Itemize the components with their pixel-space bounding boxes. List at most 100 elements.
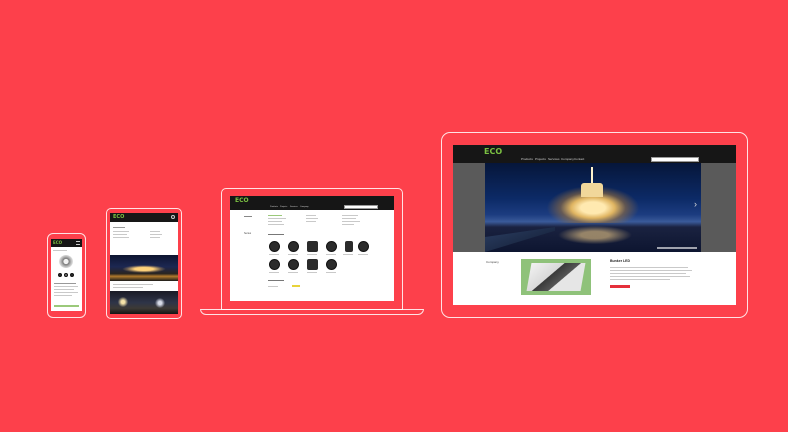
laptop-nav-2[interactable]: Projects [280, 206, 287, 208]
chevron-right-icon[interactable]: › [694, 200, 697, 209]
laptop-base [200, 309, 424, 315]
page: { "brand": { "logo_text": "ECO", "logo_c… [0, 0, 788, 432]
laptop-subsection-badge[interactable] [292, 285, 300, 287]
desktop-side-label: Company [486, 260, 499, 264]
phone-product-image[interactable] [59, 255, 73, 268]
product-9-icon[interactable] [307, 259, 318, 270]
laptop-section-label: Series [244, 232, 252, 235]
tablet-text-4 [113, 237, 129, 238]
hero-causeway [485, 227, 555, 252]
laptop-section-header [268, 234, 284, 235]
product-4-icon[interactable] [326, 241, 337, 252]
tablet-text-2 [113, 231, 129, 232]
tablet-photo-1[interactable] [110, 255, 178, 281]
desktop-feature-text-1 [610, 267, 688, 268]
phone-green-bar [54, 305, 79, 307]
product-7-icon[interactable] [269, 259, 280, 270]
tablet-caption-2 [113, 287, 143, 288]
product-8-caption [288, 272, 298, 273]
laptop-filter-4[interactable] [268, 224, 284, 225]
desktop-nav-services[interactable]: Services [548, 158, 560, 161]
laptop-mockup: ECO Products Projects Services Company S… [200, 188, 424, 319]
tablet-photo-1-lights [122, 265, 166, 273]
desktop-nav-contact[interactable]: Contact [574, 158, 584, 161]
laptop-filter-7[interactable] [306, 221, 316, 222]
laptop-nav-1[interactable]: Products [270, 206, 278, 208]
product-1-icon[interactable] [269, 241, 280, 252]
product-8-icon[interactable] [288, 259, 299, 270]
laptop-nav-3[interactable]: Services [290, 206, 298, 208]
tablet-logo[interactable]: ECO [113, 215, 124, 220]
phone-thumb-3[interactable] [70, 273, 74, 277]
tablet-text-1 [113, 227, 125, 228]
product-5-icon[interactable] [345, 241, 353, 252]
tablet-photo-2-light [118, 295, 128, 309]
product-2-icon[interactable] [288, 241, 299, 252]
desktop-logo[interactable]: ECO [484, 148, 502, 156]
laptop-filter-1[interactable] [268, 215, 282, 216]
phone-text-line-5 [54, 295, 72, 296]
phone-logo[interactable]: ECO [53, 240, 62, 245]
desktop-search-input[interactable] [651, 157, 699, 162]
tablet-text-6 [150, 234, 162, 235]
laptop-subsection-item[interactable] [268, 286, 278, 287]
laptop-filter-5[interactable] [306, 215, 316, 216]
hero-abbey-body [581, 183, 603, 197]
product-6-icon[interactable] [358, 241, 369, 252]
monitor-screen: ECO Products Projects Services Company C… [453, 145, 736, 305]
hero-water-reflection [555, 225, 635, 245]
desktop-nav-company[interactable]: Company [561, 158, 574, 161]
laptop-logo[interactable]: ECO [235, 198, 249, 204]
laptop-filter-9[interactable] [342, 218, 356, 219]
laptop-search-input[interactable] [344, 205, 378, 209]
laptop-nav-4[interactable]: Company [300, 206, 309, 208]
desktop-feature-title: Bunker LED [610, 259, 631, 263]
tablet-screen: ECO [110, 213, 178, 314]
tablet-photo-2[interactable] [110, 291, 178, 314]
desktop-read-more-button[interactable] [610, 285, 630, 288]
laptop-filter-3[interactable] [268, 221, 282, 222]
product-5-caption [343, 254, 353, 255]
product-10-icon[interactable] [326, 259, 337, 270]
tablet-text-7 [150, 237, 160, 238]
laptop-filter-2[interactable] [268, 218, 286, 219]
desktop-nav-projects[interactable]: Projects [535, 158, 546, 161]
menu-icon[interactable] [76, 241, 80, 245]
phone-thumb-1[interactable] [58, 273, 62, 277]
laptop-filter-label [244, 216, 252, 217]
product-7-caption [269, 272, 279, 273]
product-3-caption [307, 254, 317, 255]
laptop-subsection-header [268, 280, 284, 281]
laptop-filter-8[interactable] [342, 215, 358, 216]
desktop-feature-card[interactable] [521, 259, 591, 295]
phone-text-line-4 [54, 292, 78, 293]
phone-text-line-1 [54, 283, 76, 284]
laptop-filter-11[interactable] [342, 224, 354, 225]
desktop-hero-photo[interactable] [485, 163, 701, 252]
tablet-header: ECO [110, 213, 178, 222]
desktop-feature-text-3 [610, 273, 686, 274]
laptop-filter-10[interactable] [342, 221, 360, 222]
phone-mockup: ECO [47, 233, 86, 318]
hero-caption-bar [657, 247, 697, 249]
search-icon[interactable] [171, 215, 175, 219]
phone-divider [53, 250, 67, 251]
phone-text-line-3 [54, 289, 74, 290]
tablet-text-5 [150, 231, 160, 232]
tablet-mockup: ECO [106, 208, 182, 319]
phone-screen: ECO [51, 239, 82, 311]
product-2-caption [288, 254, 298, 255]
phone-thumb-2[interactable] [64, 273, 68, 277]
tablet-text-3 [113, 234, 127, 235]
desktop-feature-text-4 [610, 276, 690, 277]
tablet-caption-1 [113, 284, 153, 285]
laptop-screen: ECO Products Projects Services Company S… [230, 196, 394, 301]
laptop-filter-6[interactable] [306, 218, 318, 219]
product-3-icon[interactable] [307, 241, 318, 252]
desktop-feature-image [526, 263, 586, 291]
product-9-caption [307, 272, 317, 273]
desktop-feature-text-5 [610, 279, 670, 280]
desktop-nav-products[interactable]: Products [521, 158, 533, 161]
desktop-mockup: ECO Products Projects Services Company C… [441, 132, 748, 318]
phone-header: ECO [51, 239, 82, 247]
